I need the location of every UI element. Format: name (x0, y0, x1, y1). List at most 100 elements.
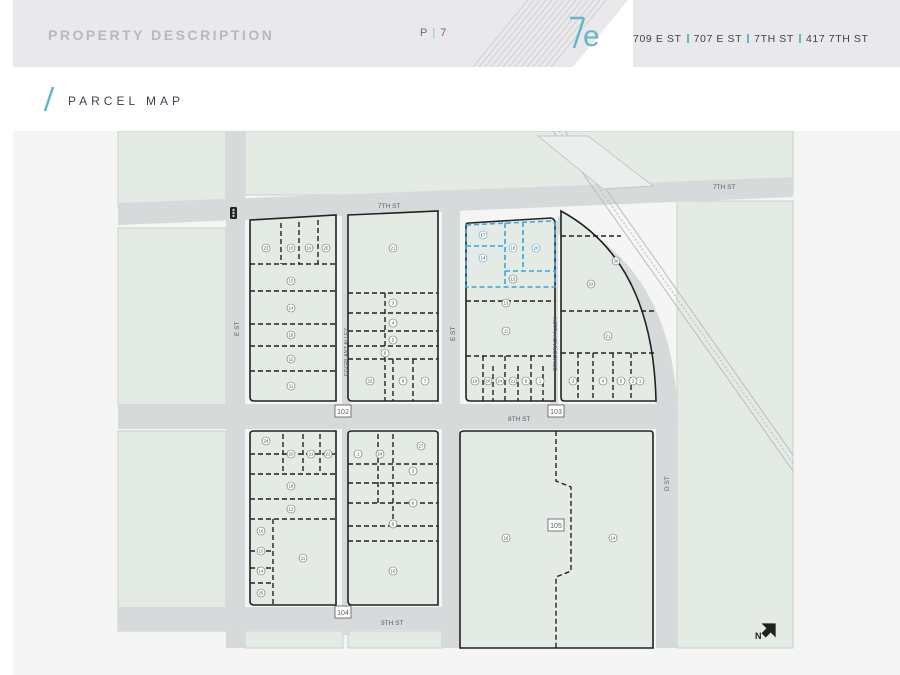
lot-marker: 18 (286, 481, 296, 491)
lot-number: 24 (264, 439, 269, 444)
address-4: 417 7TH ST (805, 33, 869, 45)
lot-marker: 16 (501, 533, 511, 543)
page-title: PROPERTY DESCRIPTION (48, 27, 275, 43)
lot-number: 24 (378, 452, 383, 457)
lot-number: 30 (614, 259, 619, 264)
lot-number: 27 (419, 444, 424, 449)
lot-number: 22 (368, 379, 373, 384)
lot-marker: 17 (478, 230, 488, 240)
lot-number: 14 (611, 536, 616, 541)
block-label-105: 105 (550, 523, 562, 530)
lot-number: 12 (289, 507, 294, 512)
street-label-9th: 9TH ST (381, 620, 403, 627)
address-1: 709 E ST (633, 33, 682, 45)
lot-marker: 5 (616, 376, 626, 386)
page-prefix: P (420, 27, 429, 39)
street-label-e-west: E ST (234, 322, 241, 336)
lot-marker: 22 (586, 279, 596, 289)
lot-number: 15 (511, 277, 516, 282)
block-label-103: 103 (550, 409, 562, 416)
street-label-7th-west: 7TH ST (378, 203, 400, 210)
lot-number: 21 (511, 379, 516, 384)
lot-marker: 22 (323, 449, 333, 459)
page-number-value: 7 (440, 27, 448, 39)
lot-number: 12 (289, 357, 294, 362)
lot-number: 19 (307, 246, 312, 251)
lot-marker: 20 (483, 376, 493, 386)
lot-marker: 12 (286, 354, 296, 364)
lot-marker: 4 (598, 376, 608, 386)
lot-marker: 14 (286, 303, 296, 313)
lot-marker: 7 (420, 376, 430, 386)
lot-number: 21 (606, 334, 611, 339)
lot-marker: 24 (261, 436, 271, 446)
parcel-map: 23 18 19 20 15 14 16 12 11 21 3 4 5 6 22 8 7 17 18 20 14 15 13… (13, 131, 900, 675)
lot-marker: 14 (608, 533, 618, 543)
lot-marker: 24 (375, 449, 385, 459)
lot-marker: 11 (501, 326, 511, 336)
lot-marker: 12 (286, 504, 296, 514)
lot-number: 13 (504, 301, 509, 306)
lot-marker: 20 (531, 243, 541, 253)
street-label-e-mid: E ST (450, 327, 457, 341)
page-separator: | (432, 27, 437, 39)
street-label-democracy-alley: DEMOCRACY ALLEY (553, 317, 559, 371)
lot-marker: 11 (286, 381, 296, 391)
parcel-map-svg: 23 18 19 20151416121121345622 8 71718 20141513… (13, 131, 900, 675)
svg-text:e: e (583, 20, 600, 53)
page-number: P | 7 (420, 27, 447, 39)
lot-number: 18 (511, 246, 516, 251)
lot-number: 11 (301, 556, 306, 561)
lot-number: 16 (259, 529, 264, 534)
lot-marker: 16 (286, 330, 296, 340)
section-slash-icon (43, 86, 55, 112)
lot-marker: 15 (508, 274, 518, 284)
lot-number: 21 (391, 246, 396, 251)
lot-number: 10 (391, 569, 396, 574)
lot-number: 16 (504, 536, 509, 541)
street-label-8th: 8TH ST (508, 416, 530, 423)
lot-marker: 10 (388, 566, 398, 576)
lot-number: 14 (481, 256, 486, 261)
north-label: N (755, 631, 762, 641)
lot-number: 20 (534, 246, 539, 251)
lot-marker: 3 (388, 298, 398, 308)
lot-marker: 4 (388, 318, 398, 328)
lot-marker: 9 (388, 519, 398, 529)
lot-number: 20 (324, 246, 329, 251)
lot-number: 19 (473, 379, 478, 384)
lot-number: 25 (259, 591, 264, 596)
lot-marker: 6 (408, 498, 418, 508)
lot-marker: 15 (286, 276, 296, 286)
lot-marker: 19 (470, 376, 480, 386)
lot-number: 11 (289, 384, 294, 389)
address-divider (747, 34, 750, 43)
lot-number: 15 (289, 279, 294, 284)
lot-number: 24 (498, 379, 503, 384)
lot-marker: 6 (380, 348, 390, 358)
lot-marker: 25 (256, 588, 266, 598)
street-label-eggplant-alley: EGGPLANT ALLEY (344, 327, 350, 376)
lot-number: 20 (289, 452, 294, 457)
street-label-7th-east: 7TH ST (713, 184, 735, 191)
lot-number: 18 (289, 484, 294, 489)
lot-marker: 23 (261, 243, 271, 253)
lot-marker: 21 (603, 331, 613, 341)
lot-marker: 27 (416, 441, 426, 451)
brand-logo: e (570, 16, 600, 53)
address-list: 709 E ST 707 E ST 7TH ST 417 7TH ST (633, 33, 869, 45)
lot-marker: 16 (256, 526, 266, 536)
lot-marker: 10 (256, 546, 266, 556)
lot-number: 11 (504, 329, 509, 334)
traffic-signal-icon (230, 207, 237, 219)
lot-number: 14 (289, 306, 294, 311)
lot-number: 20 (486, 379, 491, 384)
lot-marker: 11 (298, 553, 308, 563)
lot-marker: 30 (611, 256, 621, 266)
lot-marker: 18 (286, 243, 296, 253)
lot-marker: 24 (495, 376, 505, 386)
lot-marker: 21 (388, 243, 398, 253)
lot-number: 22 (326, 452, 331, 457)
address-divider (686, 34, 689, 43)
lot-marker: 6 (521, 376, 531, 386)
